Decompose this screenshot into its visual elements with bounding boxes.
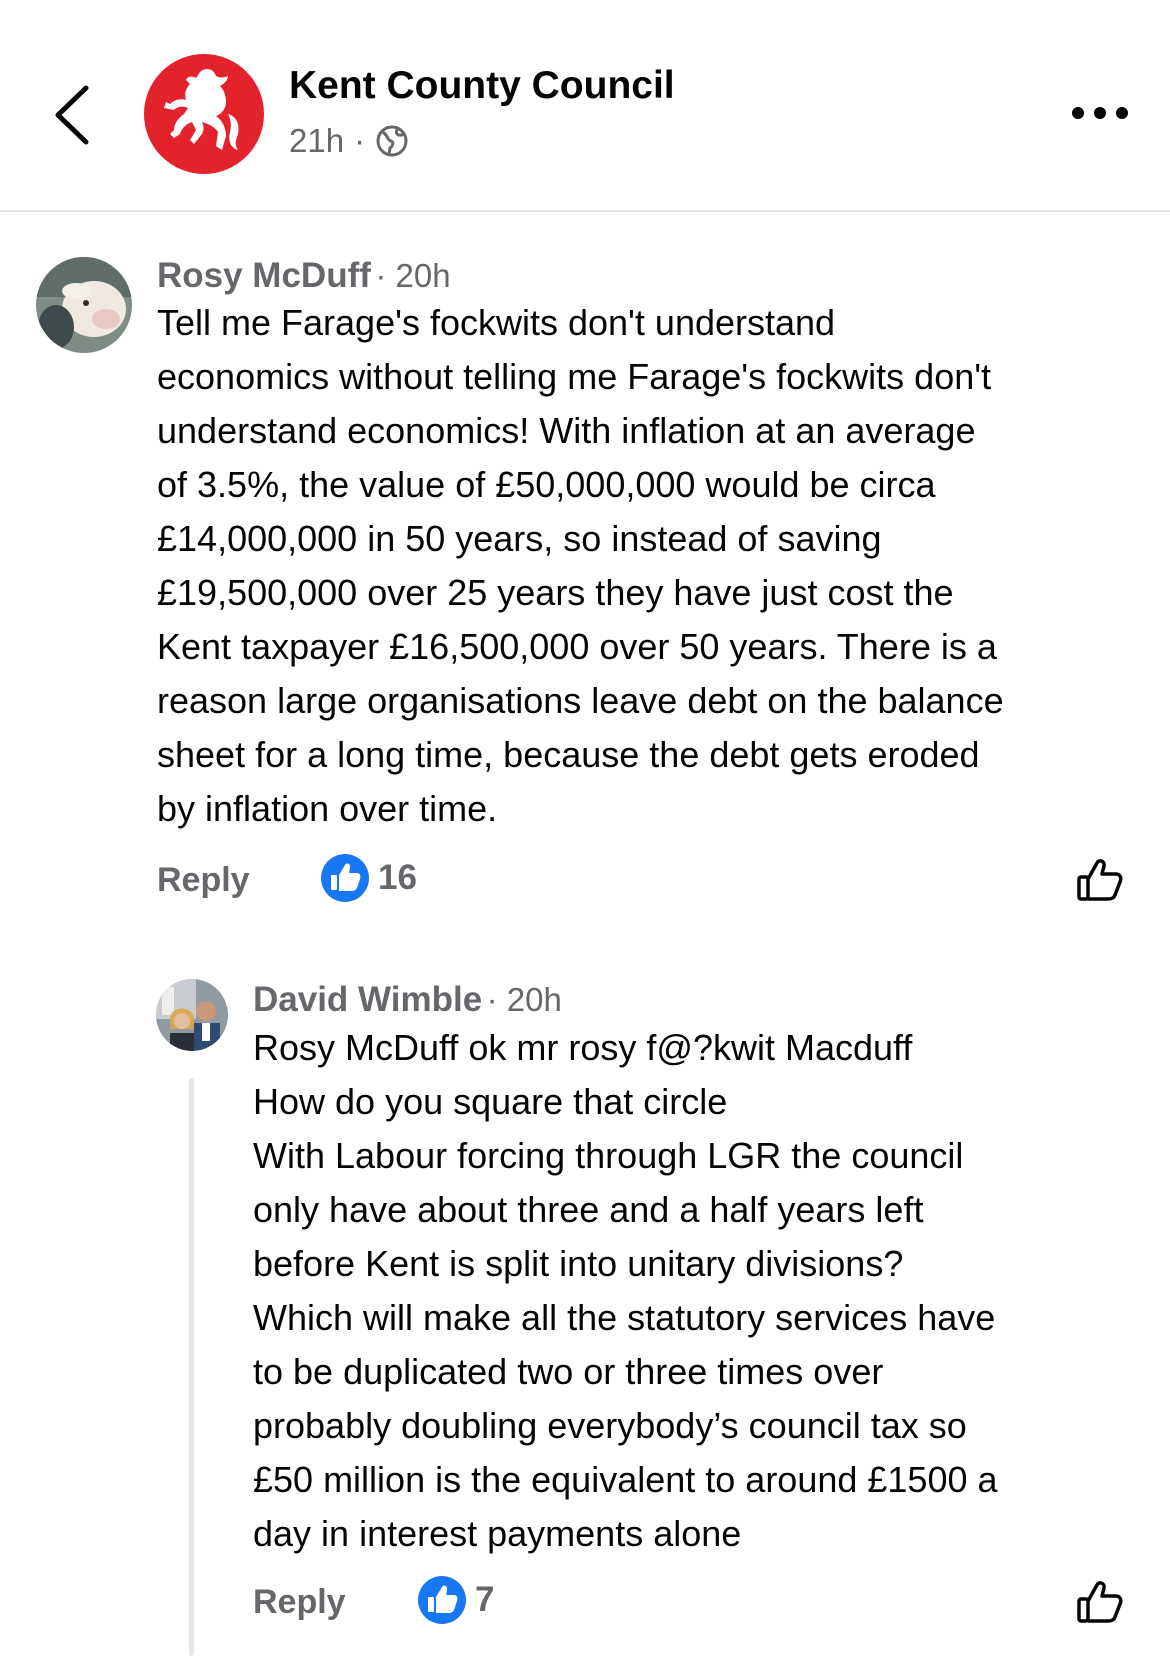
page-name[interactable]: Kent County Council [289, 64, 675, 108]
globe-icon [376, 125, 408, 157]
post-header: Kent County Council 21h · [0, 0, 1170, 212]
post-time: 21h [289, 122, 345, 159]
comment-text: Rosy McDuff ok mr rosy f@?kwit Macduff H… [253, 1027, 998, 1554]
comment-author[interactable]: David Wimble [253, 980, 482, 1019]
post-meta: 21h · [289, 122, 409, 160]
comment-text: Tell me Farage's fockwits don't understa… [157, 302, 1004, 829]
comment-actions: Reply 16 [157, 853, 1127, 913]
couple-avatar-icon [156, 979, 228, 1051]
comment-time: · 20h [375, 257, 451, 294]
commenter-avatar[interactable] [36, 257, 132, 353]
comment-time: · 20h [486, 981, 562, 1018]
meta-separator: · [354, 122, 366, 159]
reply-button[interactable]: Reply [157, 861, 250, 900]
comment-header: Rosy McDuff · 20h [157, 256, 451, 296]
chevron-left-icon [55, 85, 89, 145]
reaction-summary[interactable]: 7 [417, 1575, 494, 1625]
reaction-summary[interactable]: 16 [320, 853, 417, 903]
back-button[interactable] [48, 82, 98, 148]
like-button[interactable] [1075, 1577, 1125, 1627]
thumbs-up-outline-icon [1077, 859, 1123, 901]
reply-thread-line [189, 1078, 194, 1656]
page-avatar[interactable] [144, 54, 264, 174]
lamb-avatar-icon [36, 257, 132, 353]
like-reaction-icon [418, 1576, 466, 1624]
like-button[interactable] [1075, 855, 1125, 905]
comment-header: David Wimble · 20h [253, 980, 562, 1020]
thumbs-up-outline-icon [1077, 1581, 1123, 1623]
more-options-button[interactable] [1070, 100, 1130, 126]
white-horse-logo-icon [164, 69, 239, 150]
more-horizontal-icon [1072, 107, 1128, 119]
comment-actions: Reply 7 [253, 1575, 1127, 1635]
commenter-avatar[interactable] [156, 979, 228, 1051]
reply-button[interactable]: Reply [253, 1583, 346, 1622]
like-reaction-icon [321, 854, 369, 902]
comment-author[interactable]: Rosy McDuff [157, 256, 371, 295]
like-count: 16 [378, 858, 417, 897]
like-count: 7 [475, 1580, 495, 1619]
